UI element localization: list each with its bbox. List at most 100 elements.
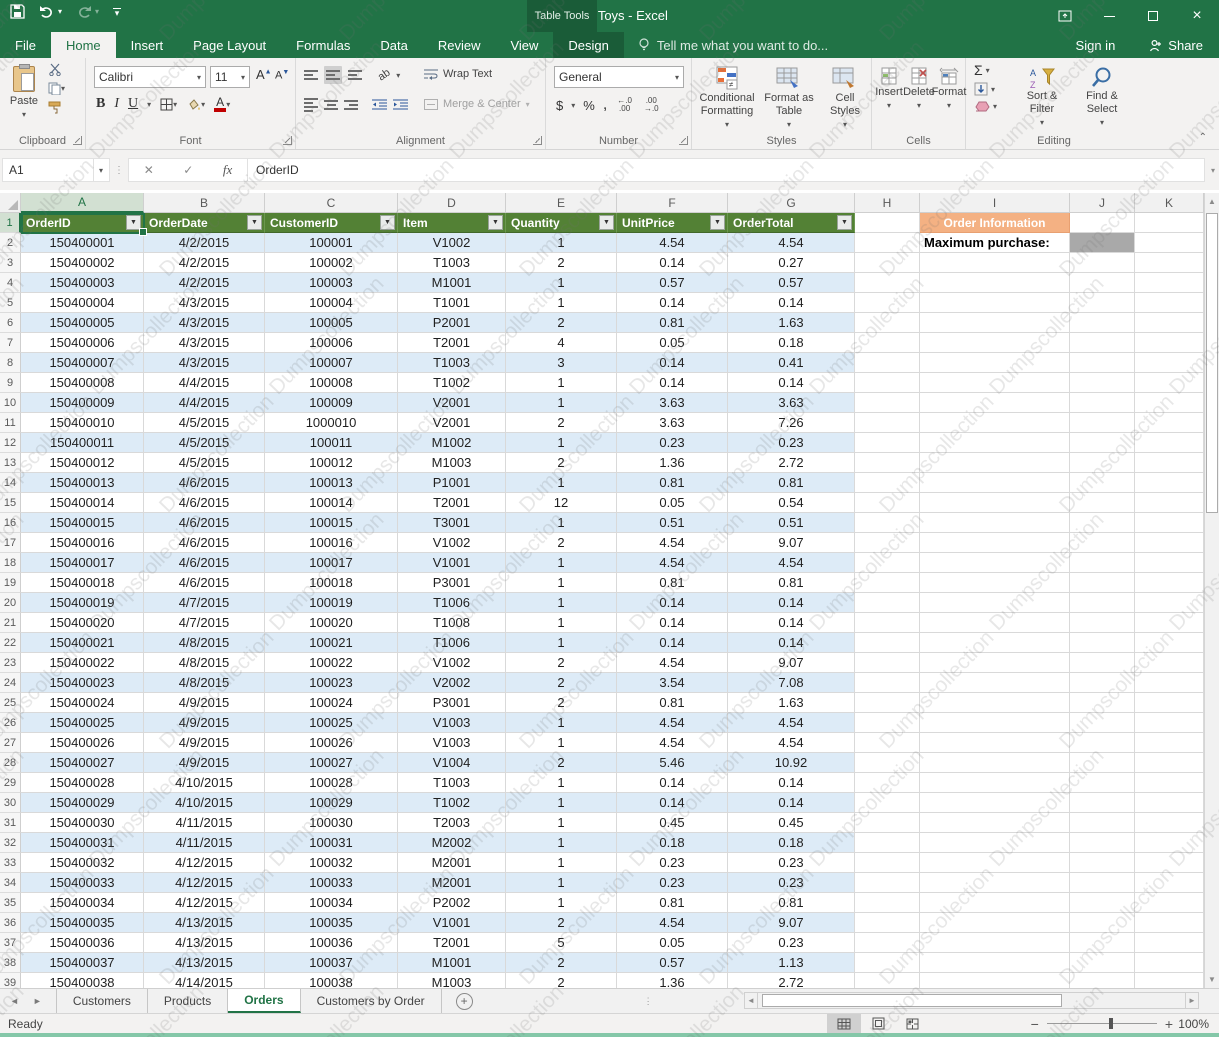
tab-file[interactable]: File [0, 32, 51, 58]
zoom-slider[interactable] [1047, 1023, 1157, 1024]
grid-cell[interactable] [920, 553, 1070, 573]
next-sheet-icon[interactable]: ► [33, 996, 42, 1006]
grid-cell[interactable]: 2 [506, 913, 617, 933]
grid-cell[interactable]: 4/5/2015 [144, 413, 265, 433]
sheet-tab-products[interactable]: Products [148, 989, 228, 1013]
grid-cell[interactable] [855, 613, 920, 633]
grid-cell[interactable]: 100029 [265, 793, 398, 813]
grid-cell[interactable]: 1 [506, 433, 617, 453]
grid-cell[interactable]: V1002 [398, 233, 506, 253]
grid-cell[interactable] [855, 533, 920, 553]
grid-cell[interactable]: M2001 [398, 853, 506, 873]
row-header-15[interactable]: 15 [0, 493, 21, 513]
align-middle-icon[interactable] [324, 66, 342, 84]
grid-cell[interactable] [855, 853, 920, 873]
grid-cell[interactable]: T3001 [398, 513, 506, 533]
decrease-decimal-icon[interactable]: .00→.0 [642, 96, 661, 114]
grid-cell[interactable] [1135, 473, 1204, 493]
grid-cell[interactable]: 100008 [265, 373, 398, 393]
grid-cell[interactable]: 150400036 [21, 933, 144, 953]
filter-button-unitprice[interactable]: ▼ [710, 215, 725, 230]
grid-cell[interactable] [1135, 713, 1204, 733]
tell-me-box[interactable]: Tell me what you want to do... [624, 32, 842, 58]
grid-cell[interactable]: 4/3/2015 [144, 353, 265, 373]
grid-cell[interactable]: 100009 [265, 393, 398, 413]
grid-cell[interactable] [855, 693, 920, 713]
grid-cell[interactable]: 2 [506, 693, 617, 713]
grid-cell[interactable]: 9.07 [728, 653, 855, 673]
grid-cell[interactable]: 1 [506, 873, 617, 893]
grid-cell[interactable]: 1 [506, 593, 617, 613]
grid-cell[interactable]: 12 [506, 493, 617, 513]
grid-cell[interactable]: 1 [506, 793, 617, 813]
grid-cell[interactable]: 4.54 [728, 553, 855, 573]
grid-cell[interactable]: M1001 [398, 953, 506, 973]
grid-cell[interactable] [855, 313, 920, 333]
grid-cell[interactable] [1070, 933, 1135, 953]
grid-cell[interactable]: 150400022 [21, 653, 144, 673]
format-as-table-button[interactable]: Format as Table ▾ [760, 60, 818, 131]
grid-cell[interactable] [1135, 773, 1204, 793]
grid-cell[interactable] [1070, 533, 1135, 553]
grid-cell[interactable] [1070, 293, 1135, 313]
grid-cell[interactable]: 0.05 [617, 933, 728, 953]
undo-dropdown-icon[interactable]: ▾ [58, 7, 62, 16]
grid-cell[interactable] [1135, 753, 1204, 773]
filter-button-customerid[interactable]: ▼ [380, 215, 395, 230]
orientation-icon[interactable]: ab [376, 67, 393, 84]
grid-cell[interactable]: 0.23 [617, 853, 728, 873]
table-header-quantity[interactable]: Quantity▼ [506, 213, 617, 233]
grid-cell[interactable]: 150400001 [21, 233, 144, 253]
delete-cells-button[interactable]: Delete ▾ [904, 60, 934, 112]
grid-cell[interactable] [1135, 373, 1204, 393]
table-header-orderid[interactable]: OrderID▼ [21, 213, 144, 233]
grid-cell[interactable]: V1003 [398, 733, 506, 753]
row-header-24[interactable]: 24 [0, 673, 21, 693]
row-header-16[interactable]: 16 [0, 513, 21, 533]
grid-cell[interactable] [855, 953, 920, 973]
grid-cell[interactable]: 4/6/2015 [144, 573, 265, 593]
grid-cell[interactable]: 0.81 [728, 893, 855, 913]
grid-cell[interactable] [1135, 233, 1204, 253]
grid-cell[interactable]: 4/13/2015 [144, 913, 265, 933]
row-header-27[interactable]: 27 [0, 733, 21, 753]
horizontal-scroll-track[interactable] [758, 992, 1185, 1009]
grid-cell[interactable] [1070, 773, 1135, 793]
grid-cell[interactable]: 4.54 [617, 733, 728, 753]
grid-cell[interactable]: 4.54 [728, 733, 855, 753]
grid-cell[interactable] [1135, 693, 1204, 713]
grid-cell[interactable]: 100035 [265, 913, 398, 933]
grid-cell[interactable]: 150400033 [21, 873, 144, 893]
sheet-tab-orders[interactable]: Orders [228, 989, 300, 1013]
grid-cell[interactable]: 0.41 [728, 353, 855, 373]
grid-cell[interactable]: 150400003 [21, 273, 144, 293]
row-header-28[interactable]: 28 [0, 753, 21, 773]
grid-cell[interactable] [1070, 673, 1135, 693]
grid-cell[interactable] [920, 493, 1070, 513]
grid-cell[interactable]: 4/5/2015 [144, 433, 265, 453]
grid-cell[interactable] [920, 613, 1070, 633]
grid-cell[interactable] [1135, 613, 1204, 633]
row-header-17[interactable]: 17 [0, 533, 21, 553]
grid-cell[interactable]: 0.81 [617, 893, 728, 913]
grid-cell[interactable]: 4/12/2015 [144, 873, 265, 893]
row-header-6[interactable]: 6 [0, 313, 21, 333]
fill-color-icon[interactable]: ▾ [186, 98, 205, 111]
grid-cell[interactable]: 0.14 [617, 373, 728, 393]
grid-cell[interactable]: 4/4/2015 [144, 393, 265, 413]
grid-cell[interactable]: 100037 [265, 953, 398, 973]
grid-cell[interactable]: 0.05 [617, 333, 728, 353]
grid-cell[interactable]: 0.14 [728, 613, 855, 633]
grid-cell[interactable]: T1006 [398, 593, 506, 613]
grid-cell[interactable]: 100014 [265, 493, 398, 513]
grid-cell[interactable]: M2002 [398, 833, 506, 853]
column-header-a[interactable]: A [21, 193, 144, 213]
grid-cell[interactable] [855, 913, 920, 933]
grid-cell[interactable]: 150400020 [21, 613, 144, 633]
font-color-icon[interactable]: A ▾ [214, 97, 230, 112]
grid-cell[interactable]: V1004 [398, 753, 506, 773]
grid-cell[interactable]: 4/6/2015 [144, 533, 265, 553]
grid-cell[interactable] [920, 293, 1070, 313]
grid-cell[interactable] [1070, 473, 1135, 493]
grid-cell[interactable]: 100021 [265, 633, 398, 653]
